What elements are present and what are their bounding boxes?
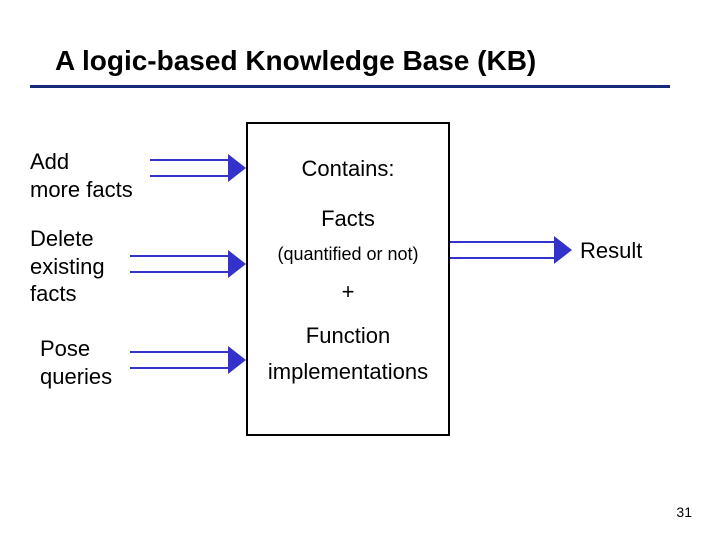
arrow-result-icon	[450, 240, 572, 260]
kb-contains: Contains:	[248, 156, 448, 182]
page-number: 31	[676, 504, 692, 520]
page-title: A logic-based Knowledge Base (KB)	[55, 45, 536, 77]
label-delete-existing-facts: Delete existing facts	[30, 225, 105, 308]
kb-function: Function	[248, 323, 448, 349]
label-add-more-facts: Add more facts	[30, 148, 133, 203]
kb-plus: +	[248, 279, 448, 305]
kb-quantified: (quantified or not)	[248, 244, 448, 265]
kb-facts: Facts	[248, 206, 448, 232]
arrow-delete-icon	[130, 254, 246, 274]
kb-implementations: implementations	[248, 359, 448, 385]
label-result: Result	[580, 238, 642, 264]
title-underline	[30, 85, 670, 88]
arrow-pose-icon	[130, 350, 246, 370]
label-pose-queries: Pose queries	[40, 335, 112, 390]
kb-box: Contains: Facts (quantified or not) + Fu…	[246, 122, 450, 436]
arrow-add-icon	[150, 158, 246, 178]
